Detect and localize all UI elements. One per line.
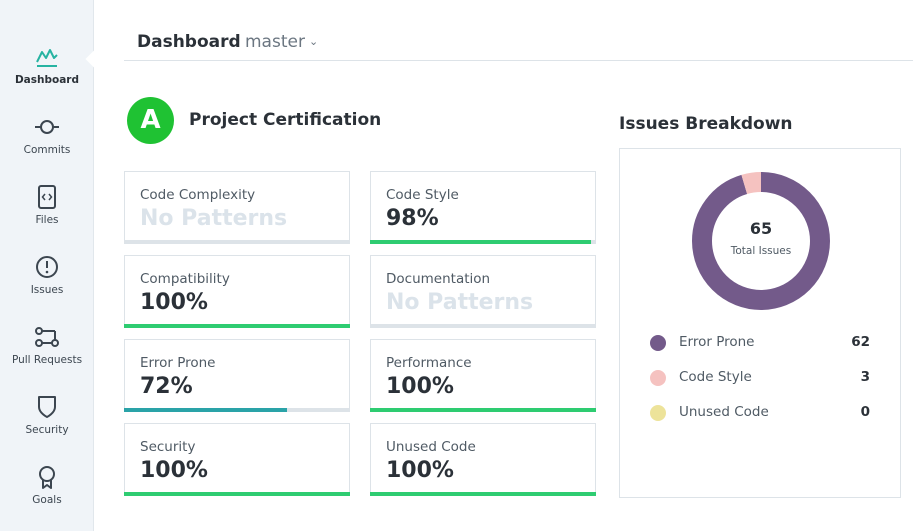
- metric-progress-fill: [370, 492, 596, 496]
- metric-label: Compatibility: [140, 271, 230, 287]
- legend-dot: [650, 370, 666, 386]
- pull-request-icon: [35, 327, 59, 347]
- legend-item[interactable]: Unused Code 0: [650, 403, 872, 423]
- metric-label: Documentation: [386, 271, 491, 287]
- metric-progress-bar: [370, 324, 596, 328]
- sidebar-item-commits[interactable]: Commits: [0, 114, 94, 176]
- metric-label: Performance: [386, 355, 472, 371]
- legend-item[interactable]: Code Style 3: [650, 368, 872, 388]
- metric-progress-bar: [370, 240, 596, 244]
- page-title: Dashboard: [137, 32, 241, 52]
- metric-progress-fill: [124, 408, 287, 412]
- metric-card[interactable]: Security 100%: [124, 423, 350, 496]
- metric-value: 100%: [140, 290, 208, 315]
- total-issues-count: 65: [749, 219, 773, 238]
- sidebar-item-dashboard[interactable]: Dashboard: [0, 44, 94, 106]
- sidebar-item-label: Commits: [23, 144, 71, 156]
- legend-dot: [650, 405, 666, 421]
- metric-card[interactable]: Unused Code 100%: [370, 423, 596, 496]
- issues-donut-chart: [692, 172, 830, 310]
- certification-title: Project Certification: [189, 110, 382, 130]
- metric-label: Code Complexity: [140, 187, 256, 203]
- metric-card[interactable]: Code Style 98%: [370, 171, 596, 244]
- legend-label: Code Style: [679, 369, 752, 385]
- sidebar-item-files[interactable]: Files: [0, 184, 94, 246]
- metric-value: No Patterns: [386, 290, 534, 315]
- branch-name: master: [245, 32, 305, 52]
- metric-card[interactable]: Compatibility 100%: [124, 255, 350, 328]
- legend-count: 3: [860, 369, 870, 385]
- sidebar-item-label: Security: [25, 424, 69, 436]
- legend-label: Unused Code: [679, 404, 769, 420]
- metric-card[interactable]: Error Prone 72%: [124, 339, 350, 412]
- sidebar: Dashboard Commits Files Issues Pull Requ…: [0, 0, 94, 531]
- metric-progress-bar: [124, 492, 350, 496]
- sidebar-item-security[interactable]: Security: [0, 394, 94, 456]
- metric-label: Error Prone: [140, 355, 216, 371]
- file-code-icon: [38, 185, 56, 209]
- sidebar-item-label: Files: [35, 214, 59, 226]
- page-header: Dashboard master ⌄: [124, 26, 913, 61]
- metric-card[interactable]: Performance 100%: [370, 339, 596, 412]
- chevron-down-icon: ⌄: [308, 35, 319, 48]
- metric-value: No Patterns: [140, 206, 288, 231]
- dashboard-icon: [36, 49, 58, 67]
- metric-progress-bar: [370, 408, 596, 412]
- sidebar-item-pull-requests[interactable]: Pull Requests: [0, 324, 94, 386]
- shield-icon: [38, 396, 56, 418]
- metric-value: 98%: [386, 206, 439, 231]
- commit-icon: [35, 120, 59, 134]
- metric-progress-bar: [370, 492, 596, 496]
- sidebar-item-goals[interactable]: Goals: [0, 464, 94, 526]
- branch-selector[interactable]: master ⌄: [245, 32, 318, 52]
- metric-card[interactable]: Documentation No Patterns: [370, 255, 596, 328]
- legend-label: Error Prone: [679, 334, 755, 350]
- legend-count: 62: [851, 334, 870, 350]
- metric-progress-fill: [124, 324, 350, 328]
- sidebar-item-label: Issues: [30, 284, 64, 296]
- metric-label: Code Style: [386, 187, 459, 203]
- issues-breakdown-title: Issues Breakdown: [619, 114, 793, 134]
- metric-progress-fill: [370, 408, 596, 412]
- issues-breakdown-panel: 65 Total Issues Error Prone 62 Code Styl…: [619, 148, 901, 498]
- metric-value: 100%: [386, 458, 454, 483]
- metric-progress-fill: [124, 492, 350, 496]
- metric-progress-bar: [124, 324, 350, 328]
- metric-label: Unused Code: [386, 439, 476, 455]
- sidebar-item-label: Pull Requests: [11, 354, 83, 366]
- legend-count: 0: [860, 404, 870, 420]
- total-issues-caption: Total Issues: [730, 245, 792, 257]
- legend-dot: [650, 335, 666, 351]
- sidebar-item-label: Goals: [32, 494, 62, 506]
- award-icon: [39, 466, 55, 489]
- legend-item[interactable]: Error Prone 62: [650, 333, 872, 353]
- sidebar-item-issues[interactable]: Issues: [0, 254, 94, 316]
- metric-card[interactable]: Code Complexity No Patterns: [124, 171, 350, 244]
- metric-progress-bar: [124, 240, 350, 244]
- metric-value: 100%: [140, 458, 208, 483]
- metric-value: 72%: [140, 374, 193, 399]
- alert-circle-icon: [36, 256, 58, 278]
- sidebar-item-label: Dashboard: [14, 74, 80, 86]
- metric-label: Security: [140, 439, 196, 455]
- metric-value: 100%: [386, 374, 454, 399]
- metric-progress-bar: [124, 408, 350, 412]
- grade-badge: A: [127, 97, 174, 144]
- metric-progress-fill: [370, 240, 592, 244]
- donut-segment-error-prone[interactable]: [692, 172, 830, 310]
